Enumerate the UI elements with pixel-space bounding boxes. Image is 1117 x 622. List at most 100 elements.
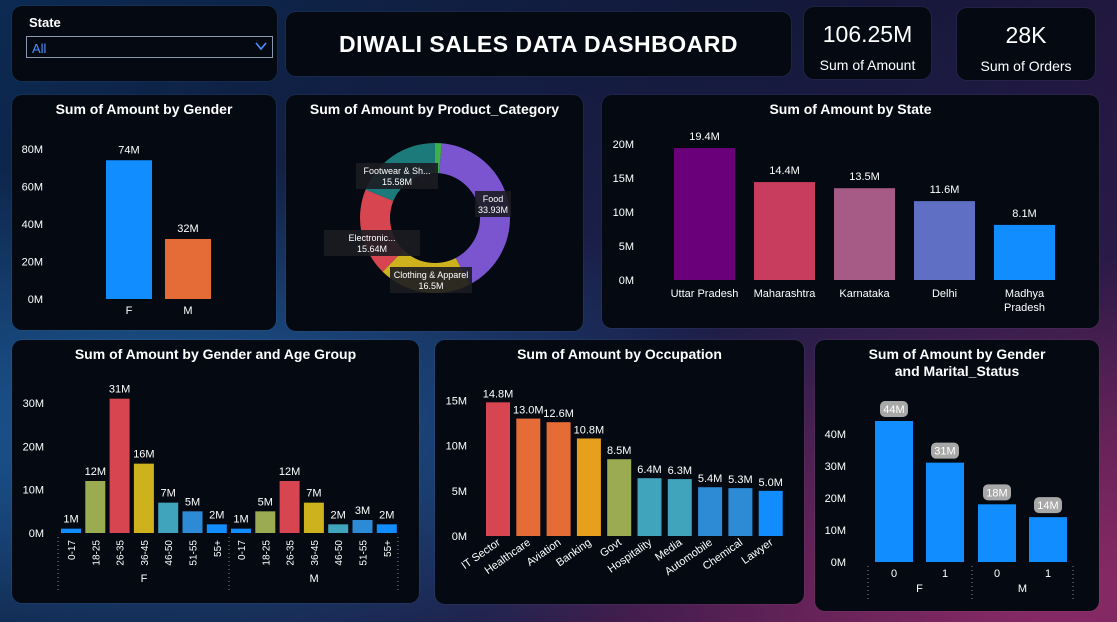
gender-ytick-label: 60M bbox=[22, 182, 43, 194]
chart-marital-svg: 0M 10M 20M 30M 40M 44M 0 31M 1 F 18M 0 14M 1 M bbox=[825, 401, 1074, 600]
occupation-ytick-label: 0M bbox=[452, 531, 467, 543]
state-bar bbox=[834, 188, 895, 280]
gender-data-label: 74M bbox=[118, 144, 139, 156]
agegroup-bar bbox=[376, 524, 397, 533]
agegroup-data-label: 12M bbox=[279, 466, 300, 478]
state-xtick-label: Madhya bbox=[1005, 288, 1045, 300]
marital-ytick-label: 10M bbox=[825, 525, 846, 537]
occupation-bar bbox=[486, 402, 510, 536]
chart-state-card: Sum of Amount by State 0M 5M 10M 15M 20M 19.4… bbox=[602, 95, 1099, 328]
agegroup-xtick-label: 51-55 bbox=[189, 540, 200, 566]
agegroup-data-label: 7M bbox=[306, 488, 321, 500]
marital-ytick-label: 40M bbox=[825, 429, 846, 441]
occupation-bar bbox=[607, 459, 632, 536]
occupation-ytick-label: 15M bbox=[446, 396, 467, 408]
agegroup-bar bbox=[109, 398, 130, 533]
agegroup-xtick-label: 18-25 bbox=[261, 540, 272, 566]
state-bar bbox=[994, 224, 1055, 280]
state-dropdown[interactable]: All bbox=[26, 36, 273, 58]
gender-bar bbox=[165, 239, 211, 299]
chart-gender-card: Sum of Amount by Gender 0M 20M 40M 60M 80M 74… bbox=[12, 95, 276, 330]
state-data-label: 11.6M bbox=[930, 184, 960, 196]
marital-xtick-label: 1 bbox=[1045, 568, 1051, 580]
category-slice-label: Footwear & Sh... bbox=[363, 166, 430, 176]
agegroup-data-label: 2M bbox=[379, 509, 394, 521]
gender-ytick-label: 0M bbox=[28, 294, 43, 306]
occupation-ytick-label: 5M bbox=[452, 486, 467, 498]
state-ytick-label: 0M bbox=[619, 275, 634, 287]
occupation-bar bbox=[516, 418, 541, 536]
agegroup-bar bbox=[255, 511, 276, 533]
marital-ytick-label: 30M bbox=[825, 461, 846, 473]
occupation-data-label: 6.4M bbox=[637, 464, 661, 476]
state-xtick-label-line2: Pradesh bbox=[1004, 302, 1045, 314]
agegroup-bar bbox=[85, 481, 106, 533]
agegroup-group-label: M bbox=[309, 573, 318, 585]
agegroup-ytick-label: 0M bbox=[29, 528, 44, 540]
state-bar bbox=[914, 201, 975, 280]
kpi-sum-orders-label: Sum of Orders bbox=[980, 58, 1072, 74]
occupation-data-label: 10.8M bbox=[574, 424, 605, 436]
category-slice-label: Food bbox=[483, 194, 504, 204]
occupation-data-label: 6.3M bbox=[668, 465, 692, 477]
state-slicer-label: State bbox=[29, 15, 61, 30]
occupation-bar bbox=[728, 488, 753, 536]
agegroup-bar bbox=[352, 520, 373, 533]
dashboard-title: DIWALI SALES DATA DASHBOARD bbox=[339, 31, 738, 57]
marital-bar bbox=[926, 462, 964, 562]
category-slice-value: 15.64M bbox=[357, 244, 387, 254]
occupation-ytick-label: 10M bbox=[446, 441, 467, 453]
agegroup-xtick-label: 26-35 bbox=[286, 540, 297, 566]
occupation-bar bbox=[576, 438, 601, 536]
state-bar bbox=[754, 182, 815, 280]
marital-data-label: 44M bbox=[883, 404, 904, 416]
state-ytick-label: 20M bbox=[613, 139, 634, 151]
category-slice-value: 16.5M bbox=[418, 281, 443, 291]
occupation-data-label: 5.4M bbox=[698, 473, 722, 485]
kpi-sum-amount-card: 106.25M Sum of Amount bbox=[804, 7, 931, 79]
category-slice-value: 15.58M bbox=[382, 177, 412, 187]
gender-ytick-label: 80M bbox=[22, 144, 43, 156]
agegroup-xtick-label: 55+ bbox=[383, 540, 394, 557]
marital-xtick-label: 0 bbox=[891, 568, 897, 580]
state-slicer-card: State All bbox=[12, 6, 277, 81]
agegroup-xtick-label: 46-50 bbox=[334, 540, 345, 566]
marital-bar bbox=[978, 504, 1016, 562]
category-slice-value: 33.93M bbox=[478, 205, 508, 215]
chart-occupation-card: Sum of Amount by Occupation 0M 5M 10M 15M 14… bbox=[435, 340, 804, 604]
agegroup-data-label: 3M bbox=[355, 505, 370, 517]
kpi-sum-orders-card: 28K Sum of Orders bbox=[957, 8, 1095, 80]
agegroup-bar bbox=[158, 502, 179, 533]
chart-category-card: Sum of Amount by Product_Category Food 33… bbox=[286, 95, 583, 331]
agegroup-data-label: 2M bbox=[331, 509, 346, 521]
state-data-label: 14.4M bbox=[769, 165, 800, 177]
state-ytick-label: 5M bbox=[619, 241, 634, 253]
agegroup-bar bbox=[206, 524, 227, 533]
chevron-down-icon bbox=[255, 42, 267, 51]
chart-state-svg: 0M 5M 10M 15M 20M 19.4M Uttar Pradesh 14.4M Maha… bbox=[613, 131, 1055, 314]
state-dropdown-value: All bbox=[32, 41, 47, 56]
state-xtick-label: Uttar Pradesh bbox=[671, 288, 739, 300]
occupation-bar bbox=[667, 479, 692, 536]
occupation-data-label: 14.8M bbox=[483, 388, 514, 400]
agegroup-bar bbox=[231, 528, 251, 533]
agegroup-data-label: 5M bbox=[185, 496, 200, 508]
agegroup-xtick-label: 0-17 bbox=[237, 540, 248, 560]
state-xtick-label: Karnataka bbox=[839, 288, 890, 300]
gender-ytick-label: 20M bbox=[22, 257, 43, 269]
chart-gender-svg: 0M 20M 40M 60M 80M 74M F 32M M bbox=[22, 144, 211, 317]
occupation-data-label: 13.0M bbox=[513, 405, 544, 417]
chart-category-svg: Food33.93M Clothing & Apparel16.5M Electro… bbox=[324, 143, 511, 293]
agegroup-xtick-label: 36-45 bbox=[310, 540, 321, 566]
agegroup-data-label: 1M bbox=[233, 514, 248, 526]
gender-ytick-label: 40M bbox=[22, 219, 43, 231]
occupation-data-label: 5.0M bbox=[758, 477, 782, 489]
state-ytick-label: 10M bbox=[613, 207, 634, 219]
gender-xtick-label: M bbox=[183, 305, 192, 317]
agegroup-xtick-label: 0-17 bbox=[67, 540, 78, 560]
agegroup-bar bbox=[133, 463, 154, 533]
occupation-bar bbox=[637, 478, 662, 536]
state-data-label: 13.5M bbox=[849, 171, 880, 183]
gender-data-label: 32M bbox=[177, 223, 198, 235]
gender-bar bbox=[106, 160, 152, 299]
